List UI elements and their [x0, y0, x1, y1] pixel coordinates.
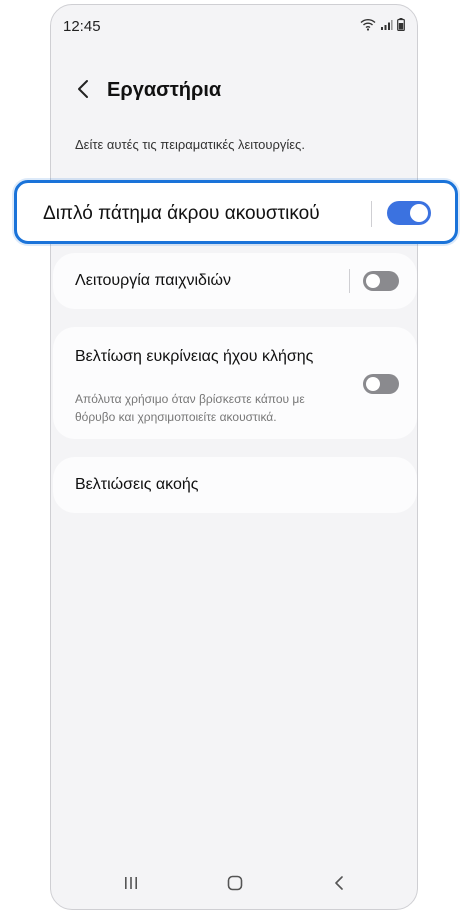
recent-apps-button[interactable]: [119, 873, 143, 897]
status-icons: [360, 18, 405, 36]
highlighted-double-tap-setting[interactable]: Διπλό πάτημα άκρου ακουστικού: [14, 180, 458, 244]
status-bar: 12:45: [51, 5, 417, 45]
toggle-knob: [366, 377, 380, 391]
double-tap-toggle[interactable]: [387, 201, 431, 225]
back-button[interactable]: [69, 77, 97, 105]
navigation-bar: [51, 861, 417, 909]
game-mode-toggle[interactable]: [363, 271, 399, 291]
hearing-label: Βελτιώσεις ακοής: [75, 476, 199, 493]
page-title: Εργαστήρια: [107, 79, 222, 101]
call-clarity-label: Βελτίωση ευκρίνειας ήχου κλήσης: [75, 348, 314, 365]
toggle-knob: [410, 204, 428, 222]
back-icon: [333, 875, 345, 896]
recent-apps-icon: [122, 876, 140, 895]
home-icon: [226, 874, 244, 897]
wifi-icon: [360, 18, 376, 36]
app-header: Εργαστήρια: [51, 69, 417, 113]
game-mode-label: Λειτουργία παιχνιδιών: [75, 272, 231, 289]
page-description: Δείτε αυτές τις πειραματικές λειτουργίες…: [75, 137, 305, 152]
toggle-knob: [366, 274, 380, 288]
back-nav-button[interactable]: [327, 873, 351, 897]
double-tap-label: Διπλό πάτημα άκρου ακουστικού: [43, 203, 320, 224]
status-time: 12:45: [63, 18, 101, 35]
battery-icon: [397, 18, 405, 36]
call-clarity-card[interactable]: Βελτίωση ευκρίνειας ήχου κλήσης Απόλυτα …: [53, 327, 417, 439]
home-button[interactable]: [223, 873, 247, 897]
game-mode-card[interactable]: Λειτουργία παιχνιδιών: [53, 253, 417, 309]
toggle-divider: [349, 269, 350, 293]
signal-icon: [380, 18, 393, 36]
chevron-left-icon: [76, 79, 90, 104]
hearing-card[interactable]: Βελτιώσεις ακοής: [53, 457, 417, 513]
phone-screen: 12:45 Εργαστήρια Δείτε αυτές τις πειραμα…: [50, 4, 418, 910]
call-clarity-toggle[interactable]: [363, 374, 399, 394]
toggle-divider: [371, 201, 372, 227]
call-clarity-sublabel: Απόλυτα χρήσιμο όταν βρίσκεστε κάπου με …: [75, 392, 305, 424]
